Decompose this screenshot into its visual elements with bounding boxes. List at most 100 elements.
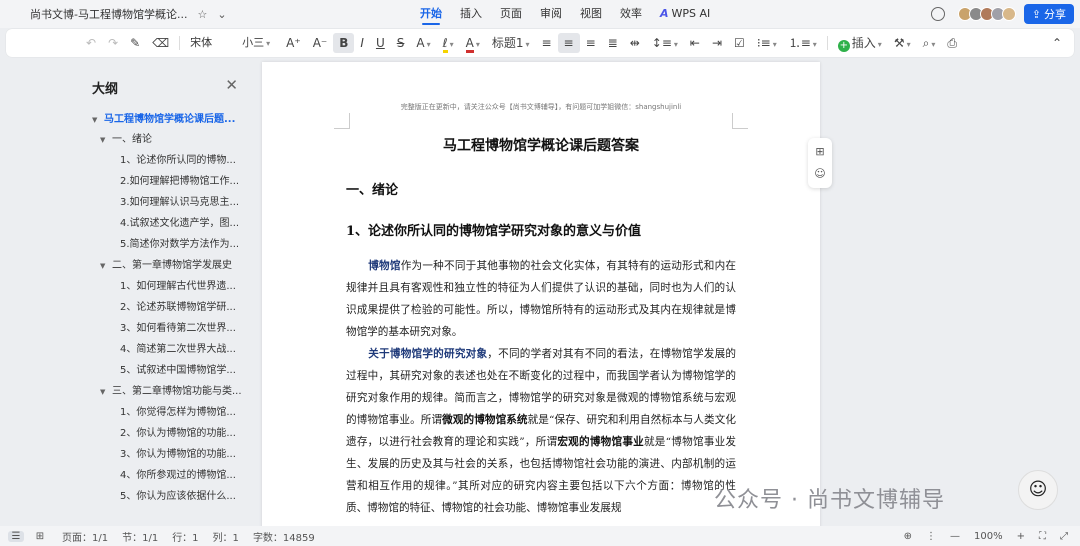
- status-bar: ☰ ⊞ 页面：1/1 节：1/1 行：1 列：1 字数：14859 ⊕ ⋮ — …: [0, 526, 1080, 546]
- outline-item[interactable]: ▼ 一、绪论: [100, 130, 260, 145]
- font-size-select[interactable]: 小三 ▾: [236, 33, 280, 53]
- page-header-note[interactable]: 完整版正在更新中，请关注公众号【尚书文博辅导】，有问题可加学姐微信：shangs…: [262, 102, 820, 112]
- tools-icon[interactable]: ⚒ ▾: [888, 33, 917, 53]
- triangle-down-icon[interactable]: ▼: [100, 136, 112, 144]
- paragraph[interactable]: 关于博物馆学的研究对象，不同的学者对其有不同的看法，在博物馆学发展的过程中，其研…: [346, 343, 736, 519]
- zoom-level[interactable]: 100%: [974, 531, 1003, 542]
- globe-icon[interactable]: ⊕: [904, 531, 912, 542]
- collapse-toolbar-icon[interactable]: ⌃: [1046, 33, 1068, 53]
- chevron-down-icon[interactable]: ⌄: [217, 8, 226, 21]
- outline-item[interactable]: 4、你所参观过的博物馆...: [120, 466, 280, 481]
- section-heading[interactable]: 一、绪论: [346, 179, 398, 198]
- bullet-list-icon[interactable]: ⁝≡ ▾: [751, 33, 783, 53]
- outline-item[interactable]: 2、你认为博物馆的功能...: [120, 424, 280, 439]
- outline-item-label: 3、你认为博物馆的功能...: [120, 449, 236, 460]
- outline-item[interactable]: 5、你认为应该依据什么...: [120, 487, 280, 502]
- outline-item[interactable]: 2、论述苏联博物馆学研...: [120, 298, 280, 313]
- divider: [179, 36, 181, 50]
- text-effect-icon[interactable]: A ▾: [410, 33, 436, 53]
- distributed-align-icon[interactable]: ⇹: [624, 33, 646, 53]
- tab-view[interactable]: 视图: [580, 0, 602, 28]
- outline-item[interactable]: 3、如何看待第二次世界...: [120, 319, 280, 334]
- tab-efficiency[interactable]: 效率: [620, 0, 642, 28]
- format-painter-icon[interactable]: ✎: [124, 33, 146, 53]
- tab-review[interactable]: 审阅: [540, 0, 562, 28]
- share-button[interactable]: ⇪ 分享: [1023, 4, 1074, 24]
- numbered-list-icon[interactable]: ⒈≡ ▾: [783, 33, 823, 53]
- undo-icon[interactable]: ↶: [80, 33, 102, 53]
- section-heading[interactable]: 1、论述你所认同的博物馆学研究对象的意义与价值: [346, 220, 641, 239]
- document-heading[interactable]: 马工程博物馆学概论课后题答案: [262, 135, 820, 155]
- increase-indent-icon[interactable]: ⇥: [706, 33, 728, 53]
- print-icon[interactable]: ⎙: [941, 33, 963, 53]
- strikethrough-icon[interactable]: S: [391, 33, 411, 53]
- insert-button[interactable]: + 插入 ▾: [832, 33, 888, 53]
- align-left-icon[interactable]: ≡: [535, 33, 557, 53]
- grow-font-icon[interactable]: A⁺: [280, 33, 307, 53]
- line-spacing-icon[interactable]: ↕≡ ▾: [646, 33, 684, 53]
- outline-item-label: 4、简述第二次世界大战...: [120, 344, 236, 355]
- star-icon[interactable]: ☆: [197, 8, 207, 21]
- heading-style-select[interactable]: 标题1 ▾: [486, 33, 536, 53]
- underline-icon[interactable]: U: [370, 33, 391, 53]
- font-family-select[interactable]: 宋体: [184, 33, 236, 53]
- comment-add-icon[interactable]: ⊞: [813, 145, 827, 159]
- row-indicator: 行：1: [172, 532, 199, 544]
- insert-label: 插入: [851, 36, 876, 50]
- align-right-icon[interactable]: ≡: [580, 33, 602, 53]
- zoom-in-icon[interactable]: +: [1017, 531, 1025, 542]
- outline-item[interactable]: ▼ 二、第一章博物馆学发展史: [100, 256, 260, 271]
- document-page[interactable]: 完整版正在更新中，请关注公众号【尚书文博辅导】，有问题可加学姐微信：shangs…: [262, 62, 820, 532]
- collaborator-avatars[interactable]: [957, 7, 1016, 21]
- eraser-icon[interactable]: ⌫: [146, 33, 175, 53]
- cloud-sync-icon[interactable]: [930, 7, 945, 21]
- outline-item[interactable]: ▼ 马工程博物馆学概论课后题...: [92, 110, 252, 125]
- triangle-down-icon[interactable]: ▼: [100, 262, 112, 270]
- outline-item[interactable]: 1、如何理解古代世界遗...: [120, 277, 280, 292]
- zoom-out-icon[interactable]: —: [950, 531, 960, 542]
- outline-item-label: 4、你所参观过的博物馆...: [120, 470, 236, 481]
- outline-item-label: 一、绪论: [112, 134, 152, 145]
- fit-page-icon[interactable]: ⛶: [1039, 531, 1046, 542]
- close-icon[interactable]: ✕: [225, 76, 238, 94]
- outline-item[interactable]: 1、你觉得怎样为博物馆...: [120, 403, 280, 418]
- outline-item[interactable]: 4.试叙述文化遗产学，图...: [120, 214, 280, 229]
- font-color-icon[interactable]: A ▾: [460, 33, 486, 53]
- outline-item[interactable]: 1、论述你所认同的博物...: [120, 151, 280, 166]
- assistant-avatar-icon[interactable]: ☺: [1018, 470, 1058, 510]
- document-title[interactable]: 尚书文博-马工程博物馆学概论...: [30, 6, 187, 22]
- outline-item[interactable]: 2.如何理解把博物馆工作...: [120, 172, 280, 187]
- align-center-icon[interactable]: ≡: [557, 33, 580, 53]
- outline-item[interactable]: 5、试叙述中国博物馆学...: [120, 361, 280, 376]
- paragraph[interactable]: 博物馆作为一种不同于其他事物的社会文化实体，有其特有的运动形式和内在规律并且具有…: [346, 255, 736, 343]
- tab-home[interactable]: 开始: [420, 0, 442, 28]
- redo-icon[interactable]: ↷: [102, 33, 124, 53]
- outline-item[interactable]: 3.如何理解认识马克思主...: [120, 193, 280, 208]
- fullscreen-icon[interactable]: ⤢: [1060, 531, 1068, 542]
- search-icon[interactable]: ⌕ ▾: [917, 33, 942, 53]
- tab-insert[interactable]: 插入: [460, 0, 482, 28]
- bold-icon[interactable]: B: [333, 33, 355, 53]
- outline-item[interactable]: 5.简述你对数学方法作为...: [120, 235, 280, 250]
- navigation-icon[interactable]: ⊞: [32, 531, 48, 542]
- outline-toggle-icon[interactable]: ☰: [8, 530, 24, 542]
- word-count[interactable]: 字数：14859: [253, 529, 315, 544]
- view-mode-icon[interactable]: ⋮: [926, 531, 936, 542]
- margin-corner-mark: [334, 113, 350, 129]
- triangle-down-icon[interactable]: ▼: [92, 116, 104, 124]
- outline-item[interactable]: 4、简述第二次世界大战...: [120, 340, 280, 355]
- align-justify-icon[interactable]: ≣: [602, 33, 624, 53]
- tab-page[interactable]: 页面: [500, 0, 522, 28]
- decrease-indent-icon[interactable]: ⇤: [684, 33, 706, 53]
- tab-wps-ai[interactable]: A WPS AI: [660, 0, 710, 28]
- highlight-icon[interactable]: ℓ ▾: [437, 33, 460, 53]
- page-indicator[interactable]: 页面：1/1: [62, 529, 108, 544]
- outline-item[interactable]: ▼ 三、第二章博物馆功能与类...: [100, 382, 260, 397]
- triangle-down-icon[interactable]: ▼: [100, 388, 112, 396]
- italic-icon[interactable]: I: [354, 33, 370, 53]
- outline-item[interactable]: 3、你认为博物馆的功能...: [120, 445, 280, 460]
- outline-item-label: 马工程博物馆学概论课后题...: [104, 114, 236, 125]
- emoji-icon[interactable]: ☺: [813, 167, 827, 181]
- checkbox-list-icon[interactable]: ☑: [728, 33, 751, 53]
- shrink-font-icon[interactable]: A⁻: [307, 33, 334, 53]
